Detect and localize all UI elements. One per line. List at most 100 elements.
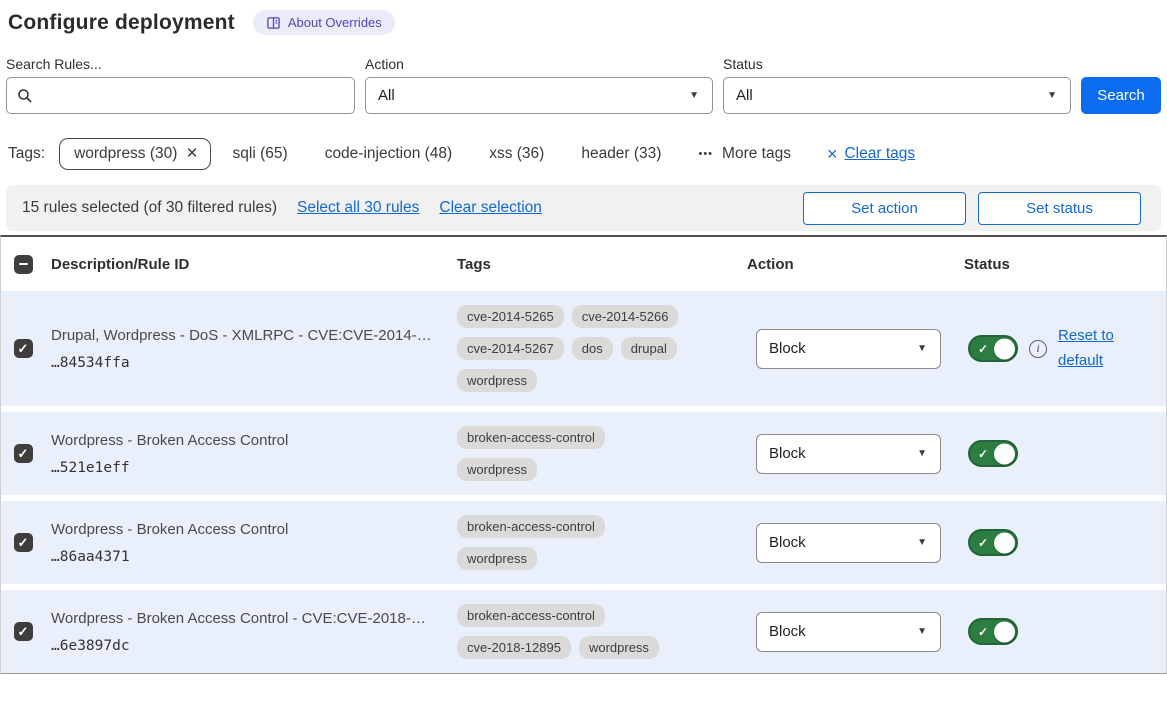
rule-tags: broken-access-control wordpress <box>451 515 691 570</box>
chevron-down-icon: ▼ <box>1047 91 1057 101</box>
column-header-tags: Tags <box>451 256 741 273</box>
toggle-knob <box>994 338 1015 359</box>
row-checkbox[interactable]: ✓ <box>14 622 33 641</box>
rule-tags: broken-access-control wordpress <box>451 426 691 481</box>
action-filter-label: Action <box>365 56 713 72</box>
ellipsis-icon: ••• <box>698 148 713 160</box>
selection-bar: 15 rules selected (of 30 filtered rules)… <box>6 185 1161 231</box>
rule-description: Wordpress - Broken Access Control <box>51 521 439 538</box>
rule-tags: broken-access-control cve-2018-12895 wordp… <box>451 604 691 659</box>
table-body: ✓ Drupal, Wordpress - DoS - XMLRPC - CVE… <box>1 291 1166 673</box>
action-select[interactable]: Block ▼ <box>756 434 941 474</box>
rule-description: Wordpress - Broken Access Control <box>51 432 439 449</box>
row-checkbox[interactable]: ✓ <box>14 533 33 552</box>
action-select-value: Block <box>769 534 806 551</box>
check-icon: ✓ <box>18 536 29 549</box>
status-toggle[interactable]: ✓ <box>968 618 1018 645</box>
table-row: ✓ Wordpress - Broken Access Control …86a… <box>1 501 1166 584</box>
table-row: ✓ Wordpress - Broken Access Control …521… <box>1 412 1166 495</box>
tag-chip: wordpress <box>579 636 659 659</box>
check-icon: ✓ <box>978 343 988 355</box>
select-all-link[interactable]: Select all 30 rules <box>297 199 419 217</box>
toggle-knob <box>994 621 1015 642</box>
tag-filter-link[interactable]: header (33) <box>581 145 661 162</box>
tags-bar: Tags: wordpress (30) × sqli (65) code-inj… <box>0 138 1167 170</box>
set-action-button[interactable]: Set action <box>803 192 966 225</box>
tag-filter-link[interactable]: sqli (65) <box>233 145 288 162</box>
tag-chip: cve-2014-5265 <box>457 305 564 328</box>
table-row: ✓ Drupal, Wordpress - DoS - XMLRPC - CVE… <box>1 291 1166 406</box>
column-header-description: Description/Rule ID <box>45 256 451 273</box>
toggle-knob <box>994 532 1015 553</box>
table-header: Description/Rule ID Tags Action Status <box>1 237 1166 291</box>
status-filter-select[interactable]: All ▼ <box>723 77 1071 114</box>
table-row: ✓ Wordpress - Broken Access Control - CV… <box>1 590 1166 673</box>
status-filter-label: Status <box>723 56 1071 72</box>
action-filter-value: All <box>378 87 395 104</box>
check-icon: ✓ <box>978 626 988 638</box>
select-all-checkbox[interactable] <box>14 255 33 274</box>
reset-to-default-link[interactable]: Reset to default <box>1058 324 1124 374</box>
rule-id: …6e3897dc <box>51 638 439 654</box>
rule-description: Wordpress - Broken Access Control - CVE:… <box>51 610 439 627</box>
book-icon <box>266 16 281 30</box>
tag-chip: wordpress <box>457 458 537 481</box>
page-header: Configure deployment About Overrides <box>0 10 1167 35</box>
column-header-status: Status <box>956 256 1166 273</box>
chevron-down-icon: ▼ <box>917 344 927 354</box>
status-filter-value: All <box>736 87 753 104</box>
status-toggle[interactable]: ✓ <box>968 529 1018 556</box>
action-select[interactable]: Block ▼ <box>756 612 941 652</box>
tag-chip: broken-access-control <box>457 604 605 627</box>
clear-tags-link[interactable]: × Clear tags <box>827 145 915 163</box>
tag-links: sqli (65) code-injection (48) xss (36) head… <box>233 145 699 163</box>
chevron-down-icon: ▼ <box>917 627 927 637</box>
rule-id: …84534ffa <box>51 355 439 371</box>
status-toggle[interactable]: ✓ <box>968 440 1018 467</box>
chevron-down-icon: ▼ <box>689 91 699 101</box>
tag-chip: wordpress <box>457 369 537 392</box>
tag-chip: wordpress <box>457 547 537 570</box>
rule-description: Drupal, Wordpress - DoS - XMLRPC - CVE:C… <box>51 327 439 344</box>
chevron-down-icon: ▼ <box>917 538 927 548</box>
close-icon: × <box>827 147 838 161</box>
set-status-button[interactable]: Set status <box>978 192 1141 225</box>
tag-chip: cve-2014-5267 <box>457 337 564 360</box>
row-checkbox[interactable]: ✓ <box>14 339 33 358</box>
action-select[interactable]: Block ▼ <box>756 523 941 563</box>
check-icon: ✓ <box>978 448 988 460</box>
tag-chip: drupal <box>621 337 677 360</box>
action-select-value: Block <box>769 340 806 357</box>
tags-label: Tags: <box>8 145 45 163</box>
remove-tag-icon[interactable]: × <box>186 146 197 161</box>
selected-tag-chip[interactable]: wordpress (30) × <box>59 138 210 170</box>
indeterminate-icon <box>19 263 28 265</box>
check-icon: ✓ <box>18 342 29 355</box>
search-input[interactable] <box>41 87 344 104</box>
page-title: Configure deployment <box>8 11 235 35</box>
tag-chip: dos <box>572 337 613 360</box>
action-select-value: Block <box>769 445 806 462</box>
tag-filter-link[interactable]: xss (36) <box>489 145 544 162</box>
tag-chip: cve-2014-5266 <box>572 305 679 328</box>
search-button[interactable]: Search <box>1081 77 1161 114</box>
action-select-value: Block <box>769 623 806 640</box>
column-header-action: Action <box>741 256 956 273</box>
tag-filter-link[interactable]: code-injection (48) <box>325 145 453 162</box>
action-filter-select[interactable]: All ▼ <box>365 77 713 114</box>
tag-chip: broken-access-control <box>457 426 605 449</box>
more-tags-button[interactable]: ••• More tags <box>698 145 790 163</box>
chevron-down-icon: ▼ <box>917 449 927 459</box>
about-overrides-badge[interactable]: About Overrides <box>253 10 395 35</box>
action-select[interactable]: Block ▼ <box>756 329 941 369</box>
info-icon[interactable]: i <box>1029 340 1047 358</box>
tag-chip: broken-access-control <box>457 515 605 538</box>
clear-selection-link[interactable]: Clear selection <box>439 199 542 217</box>
search-label: Search Rules... <box>6 56 355 72</box>
status-toggle[interactable]: ✓ <box>968 335 1018 362</box>
check-icon: ✓ <box>18 447 29 460</box>
clear-tags-label: Clear tags <box>844 145 915 163</box>
row-checkbox[interactable]: ✓ <box>14 444 33 463</box>
more-tags-label: More tags <box>722 145 791 163</box>
tag-chip: cve-2018-12895 <box>457 636 571 659</box>
